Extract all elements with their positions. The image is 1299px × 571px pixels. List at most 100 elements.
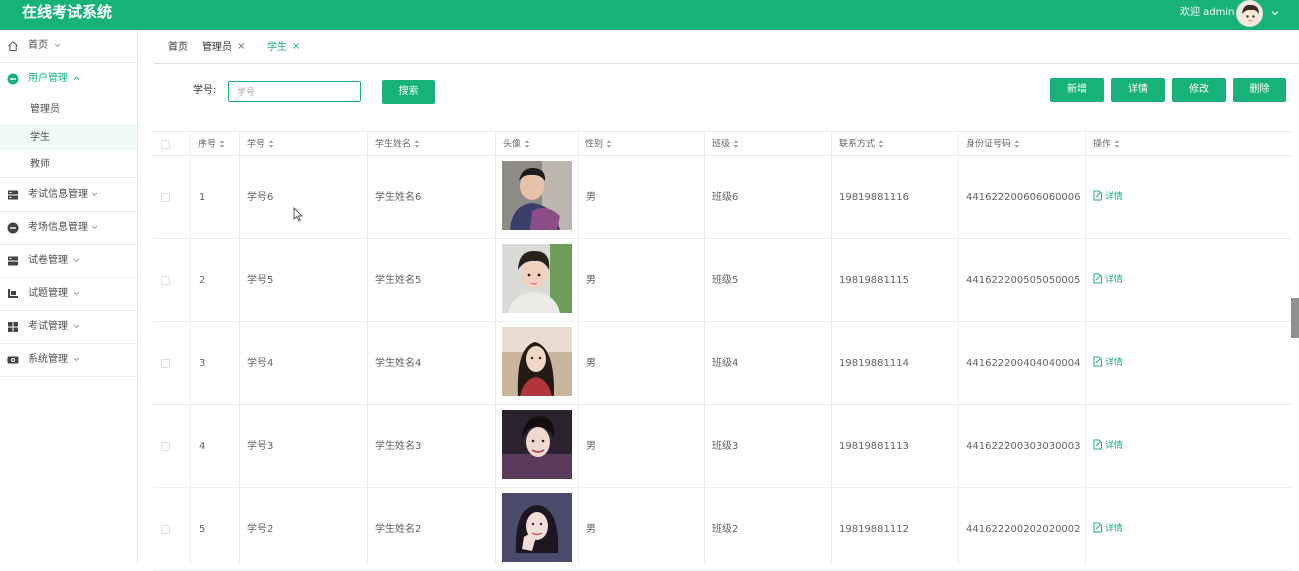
row-checkbox[interactable] bbox=[161, 193, 170, 202]
table-row[interactable]: 5 学号2 学生姓名2 男 班级2 19819881112 4416222002… bbox=[153, 488, 1292, 571]
column-header-class[interactable]: 班级 bbox=[712, 139, 739, 151]
column-header-avatar[interactable]: 头像 bbox=[503, 139, 530, 151]
student-photo bbox=[502, 493, 572, 562]
user-avatar[interactable] bbox=[1236, 0, 1263, 27]
row-detail-link[interactable]: 详情 bbox=[1093, 356, 1123, 369]
sort-icon[interactable] bbox=[1114, 139, 1120, 149]
sidebar-item-paper[interactable]: 试卷管理 bbox=[0, 245, 137, 278]
cell-student-id: 学号6 bbox=[247, 192, 274, 203]
sidebar-item-exam-info[interactable]: 考试信息管理 bbox=[0, 179, 137, 212]
edit-doc-icon bbox=[1093, 356, 1102, 367]
sort-icon[interactable] bbox=[414, 139, 420, 149]
table-row[interactable]: 3 学号4 学生姓名4 男 班级4 19819881114 4416222004… bbox=[153, 322, 1292, 405]
sort-icon[interactable] bbox=[219, 139, 225, 149]
sidebar-subitem-student[interactable]: 学生 bbox=[0, 124, 137, 151]
column-header-id-card[interactable]: 身份证号码 bbox=[966, 139, 1020, 151]
sort-icon[interactable] bbox=[733, 139, 739, 149]
sidebar-item-user-management[interactable]: 用户管理 bbox=[0, 63, 137, 96]
tab-student[interactable]: 学生 bbox=[267, 42, 287, 54]
scrollbar[interactable] bbox=[1291, 298, 1299, 338]
column-header-no[interactable]: 序号 bbox=[198, 139, 225, 151]
top-bar: 在线考试系统 欢迎 admin bbox=[0, 0, 1299, 30]
sidebar-item-system[interactable]: 系统管理 bbox=[0, 344, 137, 377]
student-table: 序号 学号 学生姓名 头像 性别 班级 联系方式 身份证号码 操作 1 学号6 … bbox=[153, 131, 1292, 571]
row-detail-link[interactable]: 详情 bbox=[1093, 522, 1123, 535]
table-row[interactable]: 4 学号3 学生姓名3 男 班级3 19819881113 4416222003… bbox=[153, 405, 1292, 488]
table-row[interactable]: 2 学号5 学生姓名5 男 班级5 19819881115 4416222005… bbox=[153, 239, 1292, 322]
sort-icon[interactable] bbox=[606, 139, 612, 149]
column-header-phone[interactable]: 联系方式 bbox=[839, 139, 884, 151]
sidebar-item-label: 考试管理 bbox=[28, 321, 68, 332]
sidebar-subitem-admin[interactable]: 管理员 bbox=[0, 96, 137, 123]
close-icon[interactable]: × bbox=[237, 41, 245, 53]
chevron-down-icon bbox=[73, 258, 80, 263]
row-detail-link[interactable]: 详情 bbox=[1093, 273, 1123, 286]
sort-icon[interactable] bbox=[524, 139, 530, 149]
edit-button[interactable]: 修改 bbox=[1172, 78, 1226, 102]
server-icon bbox=[8, 190, 18, 200]
cell-no: 5 bbox=[199, 524, 206, 535]
cell-class: 班级3 bbox=[712, 441, 739, 452]
sort-icon[interactable] bbox=[1014, 139, 1020, 149]
sidebar-item-label: 考试信息管理 bbox=[28, 189, 88, 200]
mouse-cursor-icon bbox=[293, 207, 303, 222]
cell-class: 班级4 bbox=[712, 358, 739, 369]
cell-no: 1 bbox=[199, 192, 206, 203]
select-all-checkbox[interactable] bbox=[161, 140, 170, 149]
student-photo bbox=[502, 410, 572, 479]
cell-gender: 男 bbox=[586, 358, 596, 369]
column-header-actions[interactable]: 操作 bbox=[1093, 139, 1120, 151]
tab-home[interactable]: 首页 bbox=[168, 42, 188, 54]
cell-id-card: 441622200404040004 bbox=[966, 358, 1081, 369]
column-header-name[interactable]: 学生姓名 bbox=[375, 139, 420, 151]
row-detail-link[interactable]: 详情 bbox=[1093, 439, 1123, 452]
cell-name: 学生姓名2 bbox=[375, 524, 422, 535]
tab-admin[interactable]: 管理员 bbox=[202, 42, 232, 54]
sidebar-item-question[interactable]: 试题管理 bbox=[0, 278, 137, 311]
search-input[interactable] bbox=[228, 81, 361, 102]
edit-doc-icon bbox=[1093, 522, 1102, 533]
cell-gender: 男 bbox=[586, 192, 596, 203]
cell-phone: 19819881116 bbox=[839, 192, 909, 203]
sidebar-subitem-label: 学生 bbox=[30, 132, 50, 143]
cell-id-card: 441622200505050005 bbox=[966, 275, 1081, 286]
add-button[interactable]: 新增 bbox=[1050, 78, 1104, 102]
cell-no: 3 bbox=[199, 358, 206, 369]
grid-icon bbox=[8, 322, 18, 332]
close-icon[interactable]: × bbox=[292, 41, 300, 53]
edit-doc-icon bbox=[1093, 190, 1102, 201]
sidebar-subitem-label: 管理员 bbox=[30, 104, 60, 115]
row-checkbox[interactable] bbox=[161, 359, 170, 368]
sort-icon[interactable] bbox=[878, 139, 884, 149]
chevron-down-icon[interactable] bbox=[1270, 8, 1280, 18]
sidebar-subitem-teacher[interactable]: 教师 bbox=[0, 151, 137, 178]
search-label: 学号: bbox=[193, 85, 217, 96]
welcome-text: 欢迎 admin bbox=[1180, 7, 1235, 18]
cell-student-id: 学号3 bbox=[247, 441, 274, 452]
chevron-down-icon bbox=[73, 324, 80, 329]
delete-button[interactable]: 删除 bbox=[1233, 78, 1286, 102]
table-row[interactable]: 1 学号6 学生姓名6 男 班级6 19819881116 4416222006… bbox=[153, 156, 1292, 239]
chevron-up-icon bbox=[73, 76, 80, 80]
row-checkbox[interactable] bbox=[161, 442, 170, 451]
row-detail-link[interactable]: 详情 bbox=[1093, 190, 1123, 203]
paper-icon bbox=[8, 256, 18, 266]
cell-class: 班级6 bbox=[712, 192, 739, 203]
cell-gender: 男 bbox=[586, 524, 596, 535]
column-header-student-id[interactable]: 学号 bbox=[247, 139, 274, 151]
sidebar-item-home[interactable]: 首页 bbox=[0, 30, 137, 63]
column-header-gender[interactable]: 性别 bbox=[585, 139, 612, 151]
search-button[interactable]: 搜索 bbox=[382, 80, 435, 104]
sort-icon[interactable] bbox=[268, 139, 274, 149]
breadcrumb: 首页 管理员 × 学生 × bbox=[154, 31, 1299, 64]
row-checkbox[interactable] bbox=[161, 525, 170, 534]
chevron-down-icon bbox=[73, 357, 80, 362]
sidebar-item-exam-room[interactable]: 考场信息管理 bbox=[0, 212, 137, 245]
chevron-down-icon bbox=[91, 225, 98, 230]
detail-button[interactable]: 详情 bbox=[1111, 78, 1165, 102]
edit-doc-icon bbox=[1093, 273, 1102, 284]
home-icon bbox=[8, 41, 18, 51]
cell-class: 班级5 bbox=[712, 275, 739, 286]
sidebar-item-exam[interactable]: 考试管理 bbox=[0, 311, 137, 344]
row-checkbox[interactable] bbox=[161, 276, 170, 285]
